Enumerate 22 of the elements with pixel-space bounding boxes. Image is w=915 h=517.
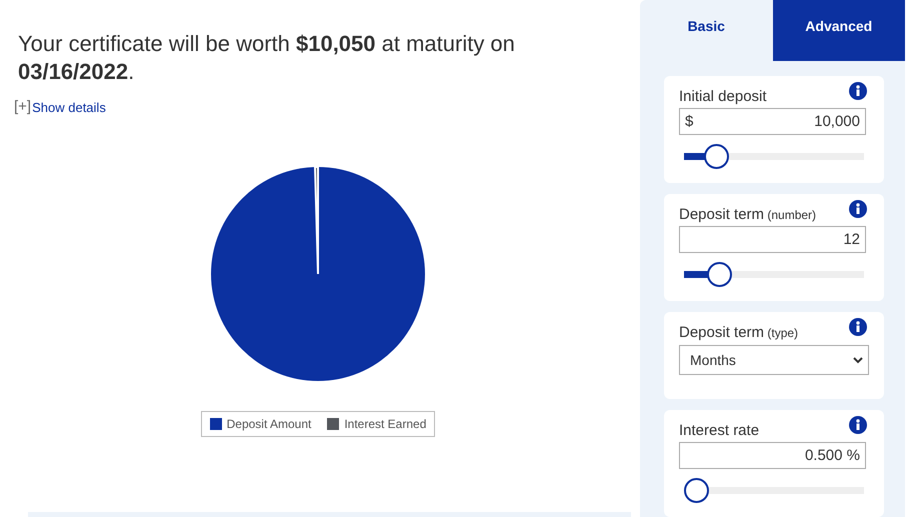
tab[interactable]: Basic (640, 0, 772, 61)
slider-thumb[interactable] (707, 262, 732, 287)
slider-thumb[interactable] (684, 478, 709, 503)
show-details-toggle[interactable]: [+]Show details (14, 96, 106, 118)
slider-thumb[interactable] (704, 144, 730, 169)
currency-symbol: $ (685, 112, 694, 132)
field-label: Initial deposit (679, 87, 767, 107)
maturity-summary: Your certificate will be worth $10,050 at maturity on 03/16/2022. (18, 30, 516, 86)
legend-label: Deposit Amount (226, 416, 312, 432)
field-label: Interest rate (679, 421, 760, 441)
info-icon[interactable] (849, 318, 867, 336)
info-icon[interactable] (849, 200, 867, 218)
field-label: Deposit term (type) (679, 323, 798, 343)
input-field[interactable]: 0.500 % (679, 442, 866, 469)
tab[interactable]: Advanced (772, 0, 905, 61)
dropdown-select[interactable]: Months (679, 345, 869, 375)
info-icon[interactable] (849, 82, 867, 100)
field-label: Deposit term (number) (679, 205, 816, 225)
legend-label: Interest Earned (344, 416, 426, 432)
input-field[interactable]: 12 (679, 226, 866, 253)
info-icon[interactable] (849, 416, 867, 434)
chevron-down-icon (853, 356, 863, 364)
